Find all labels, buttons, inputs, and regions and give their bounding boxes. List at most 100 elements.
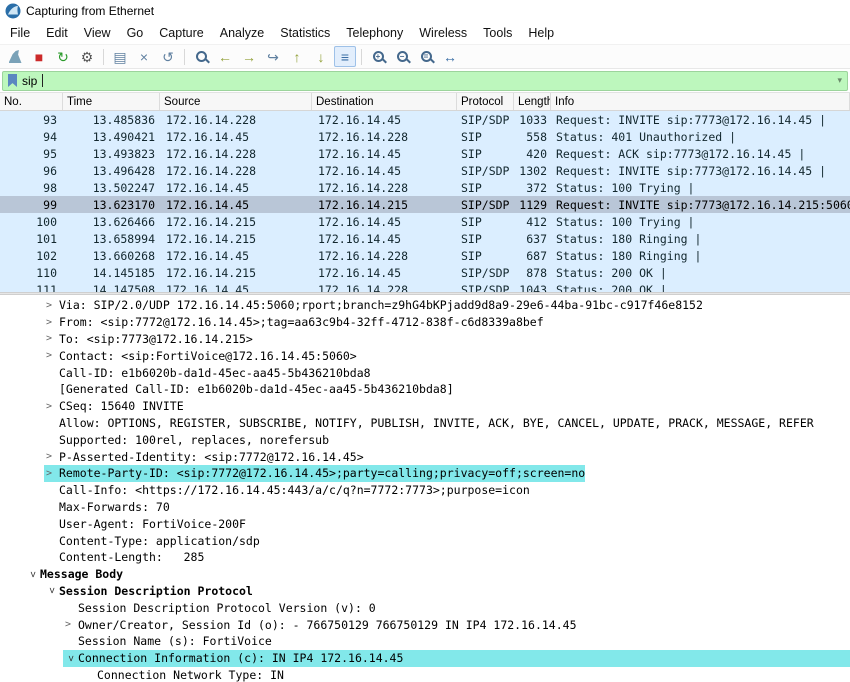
packet-row[interactable]: 110 14.145185 172.16.14.215 172.16.14.45…: [0, 264, 850, 281]
detail-line[interactable]: Max-Forwards: 70: [0, 499, 850, 516]
menu-telephony[interactable]: Telephony: [338, 23, 411, 43]
find-packet-icon[interactable]: [190, 46, 212, 67]
packet-row[interactable]: 99 13.623170 172.16.14.45 172.16.14.215 …: [0, 196, 850, 213]
filter-value: sip: [22, 74, 37, 88]
forward-icon[interactable]: →: [238, 46, 260, 67]
detail-line[interactable]: > Connection Information (c): IN IP4 172…: [0, 650, 850, 667]
detail-line[interactable]: > Remote-Party-ID: <sip:7772@172.16.14.4…: [0, 465, 850, 482]
detail-line[interactable]: Connection Network Type: IN: [0, 667, 850, 682]
packet-row[interactable]: 93 13.485836 172.16.14.228 172.16.14.45 …: [0, 111, 850, 128]
expander-icon[interactable]: >: [63, 619, 78, 630]
detail-line-inner: User-Agent: FortiVoice-200F: [44, 515, 246, 532]
packet-row[interactable]: 96 13.496428 172.16.14.228 172.16.14.45 …: [0, 162, 850, 179]
detail-line[interactable]: Allow: OPTIONS, REGISTER, SUBSCRIBE, NOT…: [0, 415, 850, 432]
detail-line[interactable]: > CSeq: 15640 INVITE: [0, 398, 850, 415]
zoom-out-icon[interactable]: −: [391, 46, 413, 67]
capture-options-icon[interactable]: ⚙: [76, 46, 98, 67]
detail-line[interactable]: > Message Body: [0, 566, 850, 583]
column-header-protocol[interactable]: Protocol: [457, 93, 514, 110]
menu-file[interactable]: File: [2, 23, 38, 43]
packet-time-cell: 13.660268: [63, 249, 160, 263]
menu-view[interactable]: View: [76, 23, 119, 43]
menu-help[interactable]: Help: [520, 23, 562, 43]
column-header-destination[interactable]: Destination: [312, 93, 457, 110]
detail-line[interactable]: > From: <sip:7772@172.16.14.45>;tag=aa63…: [0, 314, 850, 331]
detail-line[interactable]: Session Description Protocol Version (v)…: [0, 599, 850, 616]
reload-icon[interactable]: ↺: [157, 46, 179, 67]
detail-line[interactable]: Session Name (s): FortiVoice: [0, 633, 850, 650]
detail-line[interactable]: > P-Asserted-Identity: <sip:7772@172.16.…: [0, 448, 850, 465]
detail-line[interactable]: > Via: SIP/2.0/UDP 172.16.14.45:5060;rpo…: [0, 297, 850, 314]
expander-icon[interactable]: >: [44, 317, 59, 328]
detail-line[interactable]: User-Agent: FortiVoice-200F: [0, 515, 850, 532]
expander-icon[interactable]: >: [44, 350, 59, 361]
expander-icon[interactable]: >: [27, 567, 38, 582]
packet-row[interactable]: 101 13.658994 172.16.14.215 172.16.14.45…: [0, 230, 850, 247]
detail-line[interactable]: Supported: 100rel, replaces, norefersub: [0, 431, 850, 448]
detail-line[interactable]: Call-ID: e1b6020b-da1d-45ec-aa45-5b43621…: [0, 364, 850, 381]
packet-row[interactable]: 102 13.660268 172.16.14.45 172.16.14.228…: [0, 247, 850, 264]
zoom-in-icon[interactable]: +: [367, 46, 389, 67]
filter-bookmark-icon[interactable]: [8, 74, 17, 87]
detail-line[interactable]: [Generated Call-ID: e1b6020b-da1d-45ec-a…: [0, 381, 850, 398]
detail-line[interactable]: > Owner/Creator, Session Id (o): - 76675…: [0, 616, 850, 633]
detail-line-text: From: <sip:7772@172.16.14.45>;tag=aa63c9…: [59, 315, 544, 329]
menu-analyze[interactable]: Analyze: [212, 23, 272, 43]
packet-destination-cell: 172.16.14.45: [312, 232, 457, 246]
packet-protocol-cell: SIP: [457, 249, 514, 263]
resize-columns-icon[interactable]: ↔: [439, 46, 461, 67]
expander-icon[interactable]: >: [44, 451, 59, 462]
menu-go[interactable]: Go: [119, 23, 152, 43]
menu-edit[interactable]: Edit: [38, 23, 76, 43]
first-packet-icon[interactable]: ↑: [286, 46, 308, 67]
expander-icon[interactable]: >: [65, 651, 76, 666]
packet-source-cell: 172.16.14.45: [160, 283, 312, 293]
menu-capture[interactable]: Capture: [151, 23, 211, 43]
close-file-icon[interactable]: ×: [133, 46, 155, 67]
column-header-no[interactable]: No.: [0, 93, 63, 110]
filter-dropdown-icon[interactable]: ▾: [837, 75, 842, 86]
detail-line[interactable]: Content-Type: application/sdp: [0, 532, 850, 549]
column-header-source[interactable]: Source: [160, 93, 312, 110]
detail-line[interactable]: > Session Description Protocol: [0, 583, 850, 600]
packet-info-cell: Status: 100 Trying |: [551, 215, 850, 229]
expander-icon[interactable]: >: [46, 583, 57, 598]
last-packet-icon[interactable]: ↓: [310, 46, 332, 67]
packet-row[interactable]: 100 13.626466 172.16.14.215 172.16.14.45…: [0, 213, 850, 230]
packet-no-cell: 93: [0, 113, 63, 127]
menu-statistics[interactable]: Statistics: [272, 23, 338, 43]
column-header-time[interactable]: Time: [63, 93, 160, 110]
autoscroll-icon[interactable]: ≡: [334, 46, 356, 67]
column-header-length[interactable]: Length: [514, 93, 551, 110]
packet-row[interactable]: 94 13.490421 172.16.14.45 172.16.14.228 …: [0, 128, 850, 145]
packet-row[interactable]: 95 13.493823 172.16.14.228 172.16.14.45 …: [0, 145, 850, 162]
zoom-original-icon[interactable]: =: [415, 46, 437, 67]
expander-icon[interactable]: >: [44, 468, 59, 479]
packet-source-cell: 172.16.14.45: [160, 130, 312, 144]
packet-row[interactable]: 111 14.147508 172.16.14.45 172.16.14.228…: [0, 281, 850, 292]
capture-restart-icon[interactable]: ↻: [52, 46, 74, 67]
packet-time-cell: 14.147508: [63, 283, 160, 293]
detail-line-text: Session Description Protocol Version (v)…: [78, 601, 376, 615]
packet-destination-cell: 172.16.14.45: [312, 215, 457, 229]
expander-icon[interactable]: >: [44, 401, 59, 412]
column-header-info[interactable]: Info: [551, 93, 850, 110]
display-filter-input[interactable]: sip ▾: [2, 71, 848, 91]
expander-icon[interactable]: >: [44, 300, 59, 311]
detail-line[interactable]: Content-Length: 285: [0, 549, 850, 566]
menu-wireless[interactable]: Wireless: [411, 23, 475, 43]
menu-tools[interactable]: Tools: [475, 23, 520, 43]
capture-stop-icon[interactable]: ■: [28, 46, 50, 67]
back-icon[interactable]: ←: [214, 46, 236, 67]
goto-packet-icon[interactable]: ↪: [262, 46, 284, 67]
detail-line-inner: Content-Length: 285: [44, 549, 204, 566]
packet-row[interactable]: 98 13.502247 172.16.14.45 172.16.14.228 …: [0, 179, 850, 196]
detail-line[interactable]: > Contact: <sip:FortiVoice@172.16.14.45:…: [0, 347, 850, 364]
expander-icon[interactable]: >: [44, 333, 59, 344]
toolbar-separator: [184, 49, 185, 65]
packet-destination-cell: 172.16.14.45: [312, 266, 457, 280]
detail-line[interactable]: Call-Info: <https://172.16.14.45:443/a/c…: [0, 482, 850, 499]
detail-line[interactable]: > To: <sip:7773@172.16.14.215>: [0, 331, 850, 348]
open-file-icon[interactable]: ▤: [109, 46, 131, 67]
capture-start-icon[interactable]: [4, 46, 26, 67]
